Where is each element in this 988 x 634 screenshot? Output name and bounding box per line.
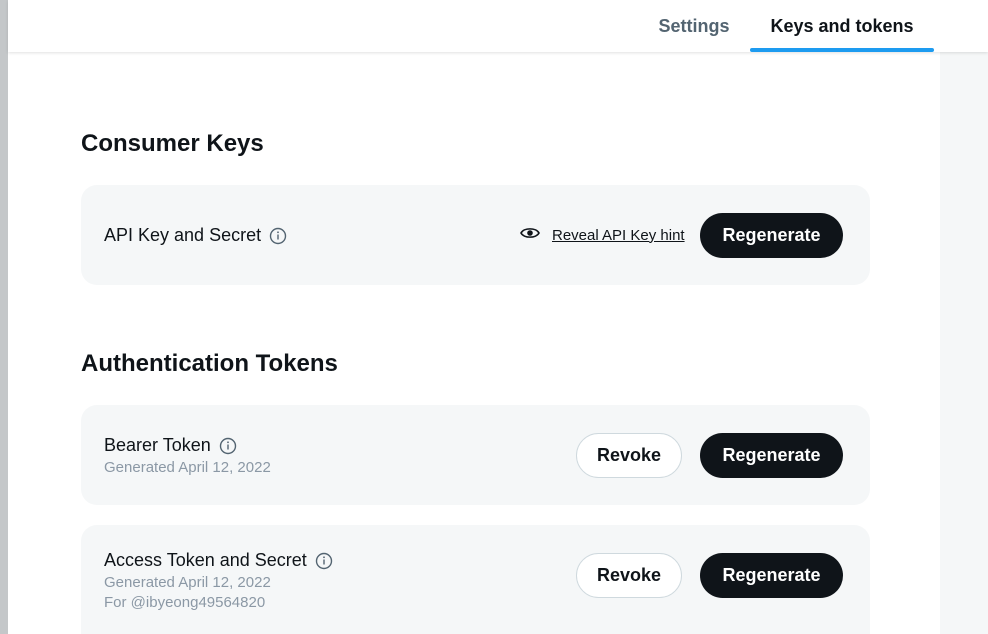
reveal-api-key-hint[interactable]: Reveal API Key hint — [520, 225, 685, 245]
bearer-token-card: Bearer Token Generated April 12, 2022 Re… — [81, 405, 870, 505]
revoke-access-token-button[interactable]: Revoke — [576, 553, 682, 598]
left-rail — [0, 0, 8, 634]
access-token-label-row: Access Token and Secret — [104, 550, 333, 571]
revoke-bearer-token-button[interactable]: Revoke — [576, 433, 682, 478]
info-icon[interactable] — [315, 552, 333, 570]
regenerate-api-key-button[interactable]: Regenerate — [700, 213, 843, 258]
api-key-card: API Key and Secret Reveal API Key hint R… — [81, 185, 870, 285]
api-key-label-row: API Key and Secret — [104, 225, 287, 246]
authentication-tokens-title: Authentication Tokens — [81, 350, 338, 377]
regenerate-bearer-token-button[interactable]: Regenerate — [700, 433, 843, 478]
eye-icon — [520, 225, 540, 245]
info-icon[interactable] — [219, 437, 237, 455]
tab-keys-and-tokens[interactable]: Keys and tokens — [750, 0, 934, 52]
tab-settings-label: Settings — [658, 15, 730, 36]
bearer-token-generated: Generated April 12, 2022 — [104, 459, 271, 476]
reveal-api-key-link[interactable]: Reveal API Key hint — [552, 227, 685, 244]
api-key-label: API Key and Secret — [104, 225, 262, 245]
top-tab-bar: Settings Keys and tokens — [8, 0, 988, 52]
bearer-token-label: Bearer Token — [104, 435, 211, 455]
access-token-for-user: For @ibyeong49564820 — [104, 594, 266, 611]
access-token-label: Access Token and Secret — [104, 550, 307, 570]
active-tab-indicator — [750, 48, 934, 52]
consumer-keys-title: Consumer Keys — [81, 130, 264, 157]
regenerate-access-token-button[interactable]: Regenerate — [700, 553, 843, 598]
tab-settings[interactable]: Settings — [648, 0, 740, 52]
access-token-generated: Generated April 12, 2022 — [104, 574, 271, 591]
access-token-card: Access Token and Secret Generated April … — [81, 525, 870, 634]
tab-keys-and-tokens-label: Keys and tokens — [770, 15, 914, 36]
bearer-token-label-row: Bearer Token — [104, 435, 237, 456]
info-icon[interactable] — [269, 227, 287, 245]
